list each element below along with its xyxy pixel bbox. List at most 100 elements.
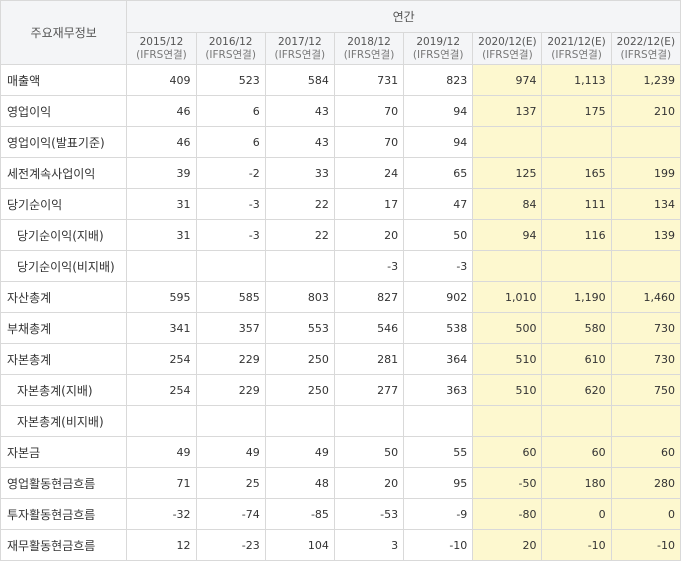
value-cell: -80 [472,498,543,530]
table-title: 주요재무정보 [0,0,128,65]
value-cell: 180 [541,467,612,499]
year-label: 2022/12(E) [616,35,676,48]
year-label: 2016/12 [208,35,253,48]
year-label: 2021/12(E) [547,35,606,48]
row-label: 재무활동현금흐름 [0,529,128,561]
table-row: 세전계속사업이익 39 -2 33 24 65 125 165 199 [0,157,681,189]
table-row: 재무활동현금흐름 12 -23 104 3 -10 20 -10 -10 [0,529,681,561]
value-cell: 1,239 [610,64,681,96]
annual-group-header: 연간 [126,0,681,33]
value-cell: 250 [264,374,335,406]
row-label: 자본총계 [0,343,128,375]
value-cell: 510 [472,374,543,406]
row-label: 자본금 [0,436,128,468]
value-cell: -10 [541,529,612,561]
value-cell: 229 [195,374,266,406]
value-cell: 6 [195,126,266,158]
value-cell: 538 [403,312,474,344]
value-cell: 584 [264,64,335,96]
value-cell: 49 [195,436,266,468]
value-cell: 902 [403,281,474,313]
value-cell: -9 [403,498,474,530]
value-cell: 277 [333,374,405,406]
value-cell: 357 [195,312,266,344]
table-row: 부채총계 341 357 553 546 538 500 580 730 [0,312,681,344]
row-label: 투자활동현금흐름 [0,498,128,530]
value-cell: 500 [472,312,543,344]
value-cell: -2 [195,157,266,189]
value-cell: 20 [333,467,405,499]
row-label: 당기순이익 [0,188,128,220]
value-cell: 254 [126,343,197,375]
value-cell [195,405,266,437]
value-cell [541,126,612,158]
row-label: 부채총계 [0,312,128,344]
value-cell: -50 [472,467,543,499]
table-row: 당기순이익(비지배) -3 -3 [0,250,681,282]
row-label: 당기순이익(비지배) [0,250,128,282]
value-cell [333,405,405,437]
table-row: 자본총계 254 229 250 281 364 510 610 730 [0,343,681,375]
value-cell [126,405,197,437]
value-cell: 585 [195,281,266,313]
value-cell: 1,113 [541,64,612,96]
value-cell: 116 [541,219,612,251]
row-label: 자본총계(비지배) [0,405,128,437]
table-row: 매출액 409 523 584 731 823 974 1,113 1,239 [0,64,681,96]
value-cell: 25 [195,467,266,499]
value-cell: 134 [610,188,681,220]
value-cell: 250 [264,343,335,375]
value-cell: 50 [333,436,405,468]
value-cell: 125 [472,157,543,189]
value-cell: 341 [126,312,197,344]
value-cell: 46 [126,126,197,158]
table-row: 자산총계 595 585 803 827 902 1,010 1,190 1,460 [0,281,681,313]
value-cell: 165 [541,157,612,189]
value-cell [610,126,681,158]
value-cell: 24 [333,157,405,189]
accounting-basis-label: (IFRS연결) [482,48,533,61]
financial-summary-table: 주요재무정보 연간 2015/12 (IFRS연결) 2016/12 (IFRS연결)… [0,0,681,561]
accounting-basis-label: (IFRS연결) [274,48,326,61]
year-label: 2015/12 [139,35,184,48]
value-cell: 70 [333,126,405,158]
row-label: 영업이익 [0,95,128,127]
value-cell: 50 [403,219,474,251]
value-cell: 523 [195,64,266,96]
year-label: 2017/12 [278,35,322,48]
value-cell: 94 [403,95,474,127]
table-row: 투자활동현금흐름 -32 -74 -85 -53 -9 -80 0 0 [0,498,681,530]
value-cell: 750 [610,374,681,406]
value-cell: 48 [264,467,335,499]
year-label: 2020/12(E) [478,35,537,48]
value-cell: 33 [264,157,335,189]
accounting-basis-label: (IFRS연결) [205,48,256,61]
value-cell: -3 [195,219,266,251]
value-cell: -85 [264,498,335,530]
value-cell: 20 [472,529,543,561]
value-cell [264,405,335,437]
accounting-basis-label: (IFRS연결) [136,48,187,61]
value-cell: 610 [541,343,612,375]
value-cell: 49 [264,436,335,468]
value-cell: 731 [333,64,405,96]
value-cell: 20 [333,219,405,251]
value-cell: 827 [333,281,405,313]
value-cell: 104 [264,529,335,561]
value-cell: 39 [126,157,197,189]
value-cell: 229 [195,343,266,375]
value-cell: 60 [541,436,612,468]
year-label: 2019/12 [416,35,460,48]
value-cell: 363 [403,374,474,406]
value-cell: 71 [126,467,197,499]
value-cell: 620 [541,374,612,406]
year-header: 2016/12 (IFRS연결) [195,32,266,65]
value-cell: 595 [126,281,197,313]
value-cell [610,405,681,437]
value-cell: 22 [264,219,335,251]
value-cell: 84 [472,188,543,220]
table-row: 자본금 49 49 49 50 55 60 60 60 [0,436,681,468]
value-cell [126,250,197,282]
value-cell: 46 [126,95,197,127]
value-cell: 65 [403,157,474,189]
